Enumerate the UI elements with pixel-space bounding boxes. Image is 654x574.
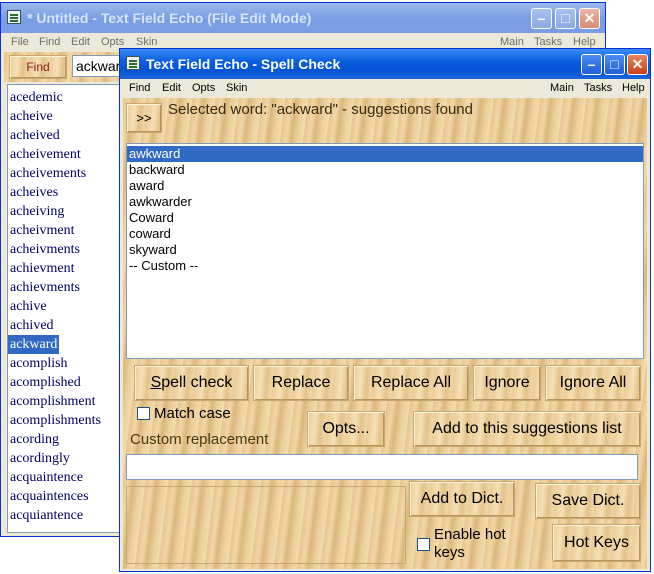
menu-main[interactable]: Main (500, 36, 524, 48)
menu-opts[interactable]: Opts (192, 82, 215, 94)
menu-main[interactable]: Main (550, 82, 574, 94)
word-list[interactable]: acedemic acheive acheived acheivement acheiv… (7, 84, 125, 533)
opts-button[interactable]: Opts... (307, 411, 385, 447)
enable-hot-keys-label: Enable hot keys (434, 526, 506, 561)
window-title: Text Field Echo - Spell Check (146, 56, 341, 72)
lower-left-panel (126, 486, 406, 564)
word-list-item[interactable]: acheivements (8, 164, 124, 183)
expand-button[interactable]: >> (126, 103, 162, 133)
word-list-item[interactable]: achived (8, 316, 124, 335)
suggestion-item[interactable]: award (127, 178, 643, 194)
menu-skin[interactable]: Skin (226, 82, 247, 94)
word-list-item[interactable]: ackward (8, 335, 124, 354)
minimize-icon[interactable]: – (581, 54, 602, 75)
menu-skin[interactable]: Skin (136, 36, 157, 48)
word-list-item[interactable]: achievments (8, 278, 124, 297)
maximize-icon[interactable]: □ (555, 8, 576, 29)
hot-keys-button[interactable]: Hot Keys (552, 524, 641, 562)
word-list-item[interactable]: acomplishment (8, 392, 124, 411)
close-icon[interactable]: ✕ (579, 8, 600, 29)
suggestions-list[interactable]: awkward backward award awkwarder Coward cowar… (126, 143, 644, 359)
menu-edit[interactable]: Edit (71, 36, 90, 48)
match-case-label: Match case (154, 405, 231, 422)
suggestion-item[interactable]: Coward (127, 210, 643, 226)
suggestion-item[interactable]: coward (127, 226, 643, 242)
word-list-item[interactable]: achievment (8, 259, 124, 278)
word-list-item[interactable]: acordingly (8, 449, 124, 468)
save-dict-button[interactable]: Save Dict. (535, 483, 641, 519)
enable-hot-keys-checkbox[interactable] (417, 538, 430, 551)
add-to-suggestions-button[interactable]: Add to this suggestions list (413, 411, 641, 447)
word-list-item[interactable]: acquiantence (8, 506, 124, 525)
menubar: Find Edit Opts Skin Main Tasks Help (123, 79, 647, 98)
replace-all-button[interactable]: Replace All (353, 365, 469, 401)
menu-help[interactable]: Help (622, 82, 645, 94)
menu-tasks[interactable]: Tasks (584, 82, 612, 94)
word-list-item[interactable]: acheives (8, 183, 124, 202)
word-list-item[interactable]: acomplish (8, 354, 124, 373)
find-button[interactable]: Find (9, 55, 67, 79)
replace-button[interactable]: Replace (253, 365, 349, 401)
custom-replacement-label: Custom replacement (130, 431, 269, 448)
minimize-icon[interactable]: – (531, 8, 552, 29)
back-window-titlebar[interactable]: * Untitled - Text Field Echo (File Edit … (1, 3, 605, 33)
menu-file[interactable]: File (11, 36, 29, 48)
spell-check-window: Text Field Echo - Spell Check – □ ✕ Find… (119, 48, 651, 572)
suggestion-item[interactable]: skyward (127, 242, 643, 258)
word-list-item[interactable]: acheived (8, 126, 124, 145)
status-text: Selected word: "ackward" - suggestions f… (168, 101, 473, 118)
menu-help[interactable]: Help (573, 36, 596, 48)
word-list-item[interactable]: acomplishments (8, 411, 124, 430)
suggestion-item[interactable]: -- Custom -- (127, 258, 643, 274)
ignore-button[interactable]: Ignore (473, 365, 541, 401)
add-to-dict-button[interactable]: Add to Dict. (409, 481, 515, 517)
close-icon[interactable]: ✕ (627, 54, 648, 75)
menu-opts[interactable]: Opts (101, 36, 124, 48)
suggestion-item[interactable]: backward (127, 162, 643, 178)
spell-check-titlebar[interactable]: Text Field Echo - Spell Check – □ ✕ (120, 49, 650, 79)
word-list-item[interactable]: acedemic (8, 88, 124, 107)
word-list-item[interactable]: achive (8, 297, 124, 316)
ignore-all-button[interactable]: Ignore All (545, 365, 641, 401)
word-list-item[interactable]: acomplished (8, 373, 124, 392)
word-list-item[interactable]: acheivments (8, 240, 124, 259)
word-list-item[interactable]: acording (8, 430, 124, 449)
app-icon (7, 10, 21, 24)
suggestion-item[interactable]: awkwarder (127, 194, 643, 210)
menu-tasks[interactable]: Tasks (534, 36, 562, 48)
word-list-item[interactable]: acheiving (8, 202, 124, 221)
custom-replacement-input[interactable] (126, 454, 638, 480)
menu-edit[interactable]: Edit (162, 82, 181, 94)
word-list-item[interactable]: acheivement (8, 145, 124, 164)
word-list-item[interactable]: acheive (8, 107, 124, 126)
word-list-item[interactable]: acquaintences (8, 487, 124, 506)
app-icon (126, 56, 140, 70)
back-window-title: * Untitled - Text Field Echo (File Edit … (27, 10, 312, 26)
search-value: ackwar (76, 58, 121, 74)
menu-find[interactable]: Find (129, 82, 150, 94)
spell-check-button[interactable]: Spell check (134, 365, 249, 401)
match-case-checkbox[interactable] (137, 407, 150, 420)
suggestion-item[interactable]: awkward (127, 146, 643, 162)
menu-find[interactable]: Find (39, 36, 60, 48)
word-list-item[interactable]: acheivment (8, 221, 124, 240)
maximize-icon[interactable]: □ (604, 54, 625, 75)
word-list-item[interactable]: acquaintence (8, 468, 124, 487)
